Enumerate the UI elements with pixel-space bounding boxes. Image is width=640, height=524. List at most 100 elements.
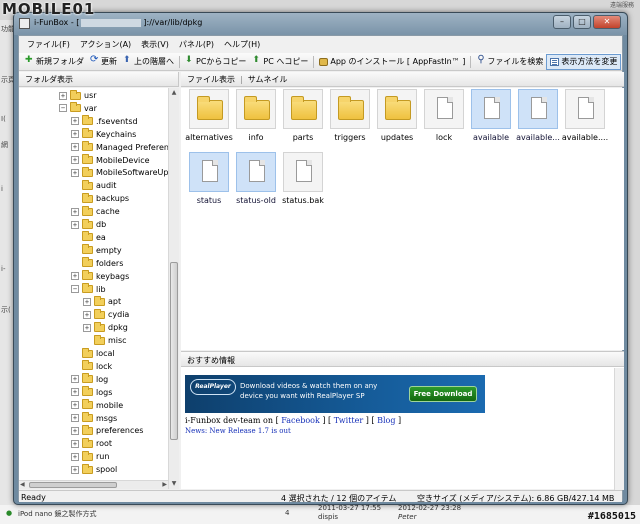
blog-link[interactable]: Blog [377,416,395,425]
expand-icon[interactable]: + [71,272,79,281]
expand-icon[interactable]: + [71,156,79,164]
copy-from-pc-button[interactable]: PCからコピー [182,54,249,70]
expand-icon[interactable]: + [71,130,79,139]
app-icon [19,18,30,29]
tree-item[interactable]: + spool [71,463,117,476]
free-download-button[interactable]: Free Download [409,386,477,402]
refresh-icon [90,54,99,66]
item-label: status [196,196,222,205]
expand-icon[interactable]: + [71,375,79,384]
expand-icon[interactable]: + [83,310,91,319]
status-ready: Ready [21,493,46,502]
tree-item[interactable]: + keybags [71,270,129,283]
tree-item[interactable]: + run [71,450,109,463]
change-view-button[interactable]: 表示方法を変更 [546,53,622,70]
minimize-button[interactable]: – [553,15,571,29]
tree-item[interactable]: + MobileDevice [71,154,150,167]
tree-item[interactable]: backups [71,192,129,205]
tree-scroll-thumb[interactable] [170,262,178,440]
realplayer-ad-banner[interactable]: RealPlayer Download videos & watch them … [185,375,485,413]
search-files-button[interactable]: ファイルを検索 [473,54,546,70]
close-button[interactable]: ✕ [593,15,621,29]
collapse-icon[interactable]: − [71,285,79,293]
expand-icon[interactable]: + [71,452,79,461]
item-label: status.bak [282,196,324,205]
expand-icon[interactable]: + [71,143,79,152]
tree-item[interactable]: + dpkg [83,321,128,334]
expand-icon[interactable]: + [71,465,79,474]
tree-item[interactable]: + .fseventsd [71,115,138,128]
collapse-icon[interactable]: − [59,104,67,113]
tree-item[interactable]: + msgs [71,412,117,425]
tree-horizontal-scrollbar[interactable]: ◀ ▶ [19,480,168,489]
tree-item[interactable]: audit [71,179,116,192]
tree-item[interactable]: empty [71,244,122,257]
tree-item[interactable]: + root [71,437,112,450]
tree-item[interactable]: + db [71,218,106,231]
item-label: triggers [334,133,366,142]
expand-icon[interactable]: + [59,91,67,100]
tree-item[interactable]: + apt [83,295,121,308]
expand-icon[interactable]: + [71,414,79,422]
menu-view[interactable]: 表示(V) [141,39,169,50]
news-link[interactable]: News: New Release 1.7 is out [185,427,291,435]
scroll-right-arrow-icon[interactable]: ▶ [162,481,167,488]
tree-item[interactable]: + usr [59,89,97,102]
menu-action[interactable]: アクション(A) [80,39,131,50]
copy-to-pc-button[interactable]: PC へコピー [249,54,311,70]
view-list-icon [550,57,560,66]
tree-item[interactable]: local [71,347,115,360]
tree-item-label: root [96,439,113,449]
folder-icon [82,386,93,397]
menu-help[interactable]: ヘルプ(H) [224,39,260,50]
tree-item[interactable]: folders [71,257,123,270]
scroll-left-arrow-icon[interactable]: ◀ [20,481,25,488]
tree-item[interactable]: + MobileSoftwareUpdate [71,166,178,179]
tree-hscroll-thumb[interactable] [29,482,117,488]
menu-file[interactable]: ファイル(F) [27,39,70,50]
refresh-button[interactable]: 更新 [87,54,120,70]
tree-item[interactable]: + mobile [71,399,123,412]
tree-item[interactable]: ea [71,231,106,244]
tree-item[interactable]: lock [71,360,112,373]
expand-icon[interactable]: + [71,388,79,397]
twitter-link[interactable]: Twitter [334,416,363,425]
expand-icon[interactable]: + [71,117,79,126]
expand-icon[interactable]: + [83,297,91,306]
background-snippet: I( [1,115,6,123]
tree-item[interactable]: misc [83,334,127,347]
maximize-button[interactable]: □ [573,15,591,29]
recommendations-scrollbar[interactable] [614,368,624,490]
tree-item[interactable]: + log [71,373,108,386]
new-folder-button[interactable]: 新規フォルダ [22,54,87,70]
tree-vertical-scrollbar[interactable]: ▲ ▼ [168,88,179,489]
tree-item[interactable]: − var [59,102,97,115]
title-bar[interactable]: i-FunBox - []://var/lib/dpkg – □ ✕ [14,13,627,35]
expand-icon[interactable]: + [71,439,79,448]
tab-thumbnail[interactable]: サムネイル [248,74,288,85]
tree-item[interactable]: + Managed Preferences [71,141,178,154]
facebook-link[interactable]: Facebook [281,416,320,425]
up-level-button[interactable]: 上の階層へ [120,54,177,70]
tree-item-label: backups [96,194,130,204]
expand-icon[interactable]: + [71,401,79,410]
tree-item[interactable]: + logs [71,386,112,399]
tree-item-label: spool [96,465,118,475]
scroll-down-arrow-icon[interactable]: ▼ [169,479,179,489]
window-controls: – □ ✕ [553,15,621,29]
tree-item[interactable]: + cache [71,205,120,218]
tab-file-view[interactable]: ファイル表示 [187,74,235,85]
scroll-up-arrow-icon[interactable]: ▲ [169,88,179,98]
folder-icon [82,244,93,255]
menu-panel[interactable]: パネル(P) [179,39,214,50]
tree-item[interactable]: + cydia [83,308,129,321]
expand-icon[interactable]: + [71,207,79,216]
tree-item[interactable]: − lib [71,283,106,296]
expand-icon[interactable]: + [83,323,91,332]
install-app-button[interactable]: App のインストール [ AppFastIn™ ] [316,54,468,70]
expand-icon[interactable]: + [71,426,79,435]
expand-icon[interactable]: + [71,220,79,229]
expand-icon[interactable]: + [71,168,79,177]
tree-item[interactable]: + Keychains [71,128,136,141]
tree-item[interactable]: + preferences [71,424,143,437]
